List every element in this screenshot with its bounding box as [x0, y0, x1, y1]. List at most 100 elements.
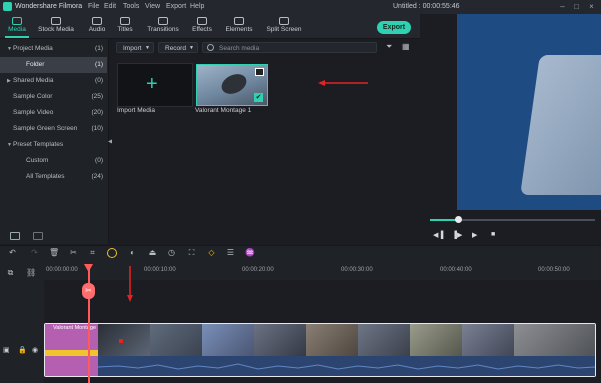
cut-icon[interactable]: ✂ [69, 248, 78, 257]
scissors-icon[interactable]: ✂ [82, 283, 95, 299]
sidebar-item-count: (1) [95, 61, 103, 68]
annotation-arrow-left [318, 80, 368, 86]
link-icon[interactable]: ⛓ [26, 268, 36, 277]
clip-frame [306, 324, 358, 356]
library-tabs: Media Stock Media Audio Titles Transitio… [0, 14, 420, 39]
clip-frame [254, 324, 306, 356]
close-icon[interactable]: × [587, 2, 596, 11]
crop-icon[interactable]: ⌗ [88, 248, 97, 257]
media-thumbnail[interactable]: ✔ [196, 64, 268, 106]
menu-export[interactable]: Export [166, 3, 186, 10]
sidebar-item-all-templates[interactable]: All Templates (24) [0, 169, 107, 185]
active-tab-indicator [5, 36, 29, 38]
ruler-tick-label: 00:00:50:00 [538, 267, 570, 273]
tab-effects[interactable]: Effects [189, 14, 215, 38]
sidebar-item-shared-media[interactable]: ▶ Shared Media (0) [0, 73, 107, 89]
tab-media[interactable]: Media [3, 14, 31, 38]
thumbnail-image [218, 70, 250, 98]
menu-help[interactable]: Help [190, 3, 204, 10]
export-button[interactable]: Export [377, 21, 411, 34]
redo-icon[interactable]: ↷ [30, 248, 39, 257]
menu-view[interactable]: View [145, 3, 160, 10]
effects-icon [197, 17, 207, 25]
annotation-arrow-down [127, 266, 133, 302]
new-folder-icon[interactable] [10, 232, 20, 240]
menu-file[interactable]: File [88, 3, 99, 10]
record-dropdown[interactable]: Record ▼ [158, 42, 198, 53]
lock-icon[interactable]: 🔒 [18, 346, 27, 354]
preview-letterbox [421, 14, 457, 210]
clip-frame [358, 324, 410, 356]
tab-split-screen[interactable]: Split Screen [264, 14, 304, 38]
fit-icon[interactable]: ⛶ [187, 248, 196, 257]
duration-icon[interactable]: ◷ [167, 248, 176, 257]
step-back-icon[interactable]: ▐▶ [452, 231, 462, 239]
sidebar-item-label: Sample Color [13, 93, 53, 100]
tab-elements[interactable]: Elements [223, 14, 255, 38]
sidebar-item-count: (1) [95, 45, 103, 52]
sidebar-item-label: Custom [26, 157, 49, 164]
audio-waveform [98, 363, 595, 370]
sidebar-item-preset-templates[interactable]: ▼ Preset Templates [0, 137, 107, 153]
tab-transitions[interactable]: Transitions [146, 14, 180, 38]
minimize-icon[interactable]: – [558, 2, 567, 11]
sidebar-item-sample-video[interactable]: Sample Video (20) [0, 105, 107, 121]
add-track-icon[interactable]: ⧉ [6, 268, 15, 277]
speed-icon[interactable] [107, 248, 117, 258]
preview-scrubber-progress [430, 219, 458, 221]
sidebar-item-folder[interactable]: Folder (1) [0, 57, 107, 73]
media-sidebar: ▼ Project Media (1) Folder (1) ▶ Shared … [0, 39, 109, 244]
sidebar-item-label: Project Media [13, 45, 53, 52]
play-icon[interactable]: ▶ [472, 231, 477, 239]
prev-frame-icon[interactable]: ◀▐ [433, 231, 443, 239]
undo-icon[interactable]: ↶ [8, 248, 17, 257]
clip-frame [462, 324, 514, 356]
title-bar: Wondershare Filmora File Edit Tools View… [0, 0, 601, 15]
sidebar-item-sample-color[interactable]: Sample Color (25) [0, 89, 107, 105]
import-dropdown[interactable]: Import ▼ [116, 42, 154, 53]
app-title: Wondershare Filmora [15, 3, 83, 10]
caret-down-icon: ▼ [7, 142, 12, 148]
sidebar-item-custom[interactable]: Custom (0) [0, 153, 107, 169]
audio-mixer-icon[interactable]: ⏏ [148, 248, 157, 257]
search-input[interactable]: Search media [202, 42, 377, 53]
sidebar-item-label: Preset Templates [13, 141, 64, 148]
plus-icon: + [146, 73, 158, 95]
import-media-label: Import Media [117, 107, 155, 114]
keyframe-icon[interactable]: ◇ [207, 248, 216, 257]
transitions-icon [158, 17, 168, 25]
menu-tools[interactable]: Tools [123, 3, 139, 10]
tab-stock-media[interactable]: Stock Media [38, 14, 74, 38]
chevron-down-icon: ▼ [189, 45, 194, 51]
preview-scrubber-handle[interactable] [455, 216, 462, 223]
playhead-line[interactable] [88, 264, 90, 383]
elements-icon [234, 17, 244, 25]
timeline-video-clip[interactable]: Valorant Montage 1 [44, 323, 596, 377]
adjust-icon[interactable]: ☰ [226, 248, 235, 257]
sidebar-item-count: (10) [91, 125, 103, 132]
folder-icon[interactable] [33, 232, 43, 240]
delete-icon[interactable]: 🗑 [49, 248, 59, 257]
maximize-icon[interactable]: □ [572, 2, 581, 11]
sidebar-item-project-media[interactable]: ▼ Project Media (1) [0, 41, 107, 57]
tab-titles[interactable]: Titles [114, 14, 136, 38]
tab-audio[interactable]: Audio [84, 14, 110, 38]
tab-label: Elements [225, 26, 253, 33]
grid-view-icon[interactable]: ▦ [402, 42, 410, 51]
preview-controls [421, 210, 601, 244]
clip-frame [150, 324, 202, 356]
tab-label: Transitions [147, 26, 179, 33]
eye-icon[interactable]: ◉ [32, 346, 38, 354]
audio-wave-icon[interactable]: ♒ [245, 248, 255, 257]
sidebar-item-sample-green-screen[interactable]: Sample Green Screen (10) [0, 121, 107, 137]
clip-audio-label-bar [45, 356, 98, 376]
sidebar-item-count: (0) [95, 77, 103, 84]
filter-icon[interactable]: ⏷ [386, 42, 392, 52]
menu-edit[interactable]: Edit [104, 3, 116, 10]
color-icon[interactable]: ◐ [128, 248, 137, 257]
stop-icon[interactable]: ■ [491, 231, 495, 238]
caret-down-icon: ▼ [7, 46, 12, 52]
clip-frame [514, 324, 595, 356]
ruler-tick-label: 00:00:30:00 [341, 267, 373, 273]
clip-title: Valorant Montage 1 [53, 325, 101, 331]
